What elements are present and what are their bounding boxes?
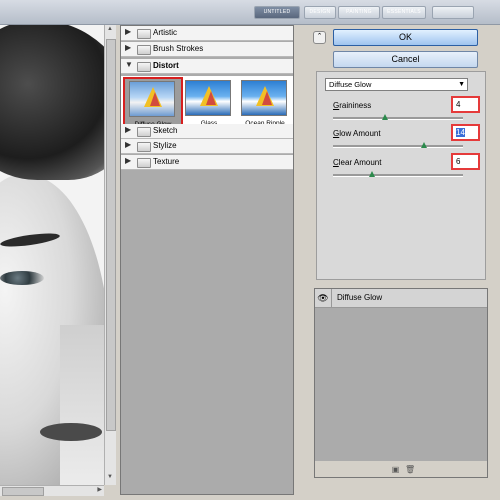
scroll-thumb[interactable] [2,487,44,496]
glow-amount-input[interactable]: 14 [451,124,480,141]
filter-gallery-panel: ▶ Artistic ▶ Brush Strokes ▼ Distort Dif… [120,25,294,495]
scroll-thumb[interactable] [106,39,116,431]
workspace-search-field[interactable] [432,6,474,19]
preview-horizontal-scrollbar[interactable]: ▶ [0,485,104,496]
folder-open-icon [137,62,151,72]
eye-icon[interactable]: 👁 [315,289,332,307]
clear-amount-slider[interactable] [333,171,463,177]
workspace-button-painting[interactable]: PAINTING [338,6,380,19]
sail-shape [206,91,216,105]
effect-layer-label: Diffuse Glow [337,293,383,302]
category-texture[interactable]: ▶ Texture [121,155,293,170]
chevron-down-icon: ▼ [458,81,465,88]
cancel-button[interactable]: Cancel [333,51,478,68]
category-label: Distort [153,61,179,70]
sailboat-thumbnail [129,81,175,117]
folder-icon [137,29,151,39]
folder-icon [137,158,151,168]
expand-arrow-icon[interactable]: ▶ [125,140,131,149]
category-distort[interactable]: ▼ Distort [121,59,293,74]
folder-icon [137,127,151,137]
shoulder-shape [60,325,104,485]
slider-knob-icon[interactable] [382,114,388,120]
category-label: Brush Strokes [153,44,204,53]
lips-shape [40,423,102,441]
delete-effect-layer-icon[interactable]: 🗑 [405,465,415,474]
sail-shape [262,91,272,105]
clear-amount-label: Clear Amount [333,158,382,167]
filter-select[interactable]: Diffuse Glow ▼ [325,78,468,91]
preview-image[interactable] [0,25,104,485]
category-stylize[interactable]: ▶ Stylize [121,139,293,154]
scroll-right-icon[interactable]: ▶ [97,486,102,493]
folder-icon [137,45,151,55]
workspace-button-design[interactable]: DESIGN [304,6,336,19]
filter-select-value: Diffuse Glow [329,80,372,89]
category-sketch[interactable]: ▶ Sketch [121,124,293,139]
new-effect-layer-icon[interactable]: ▣ [391,465,400,474]
filter-settings-panel: Diffuse Glow ▼ Graininess 4 Glow Amount … [316,71,486,280]
sailboat-thumbnail [185,80,231,116]
workspace-button-untitled[interactable]: UNTITLED [254,6,300,19]
collapse-gallery-icon[interactable]: ⌃ [313,31,326,44]
category-label: Stylize [153,141,177,150]
expand-arrow-icon[interactable]: ▶ [125,156,131,165]
graininess-label: Graininess [333,101,372,110]
workspace-button-essentials[interactable]: ESSENTIALS [382,6,426,19]
hair-shape [0,25,104,180]
slider-knob-icon[interactable] [421,142,427,148]
graininess-slider[interactable] [333,114,463,120]
clear-amount-input[interactable]: 6 [451,153,480,170]
slider-knob-icon[interactable] [369,171,375,177]
category-label: Texture [153,157,180,166]
preview-vertical-scrollbar[interactable]: ▲ ▼ [104,25,116,485]
graininess-input[interactable]: 4 [451,96,480,113]
scroll-down-icon[interactable]: ▼ [106,474,114,484]
effect-layer-row[interactable]: 👁 Diffuse Glow [315,289,487,308]
expand-arrow-icon[interactable]: ▶ [125,125,131,134]
ok-button[interactable]: OK [333,29,478,46]
eye-shape [0,271,44,285]
sailboat-thumbnail [241,80,287,116]
scroll-up-icon[interactable]: ▲ [106,26,114,36]
expand-arrow-icon[interactable]: ▶ [125,27,131,36]
effect-layers-panel: 👁 Diffuse Glow ▣ 🗑 [314,288,488,478]
category-artistic[interactable]: ▶ Artistic [121,26,293,41]
expand-arrow-icon[interactable]: ▶ [125,43,131,52]
layers-toolbar: ▣ 🗑 [315,461,487,477]
category-label: Sketch [153,126,178,135]
top-workspace-bar: UNTITLED DESIGN PAINTING ESSENTIALS [0,0,500,25]
glow-amount-slider[interactable] [333,142,463,148]
category-label: Artistic [153,28,177,37]
category-brush-strokes[interactable]: ▶ Brush Strokes [121,42,293,57]
sail-shape [150,92,160,106]
folder-icon [137,142,151,152]
glow-amount-label: Glow Amount [333,129,381,138]
collapse-arrow-icon[interactable]: ▼ [125,60,133,69]
